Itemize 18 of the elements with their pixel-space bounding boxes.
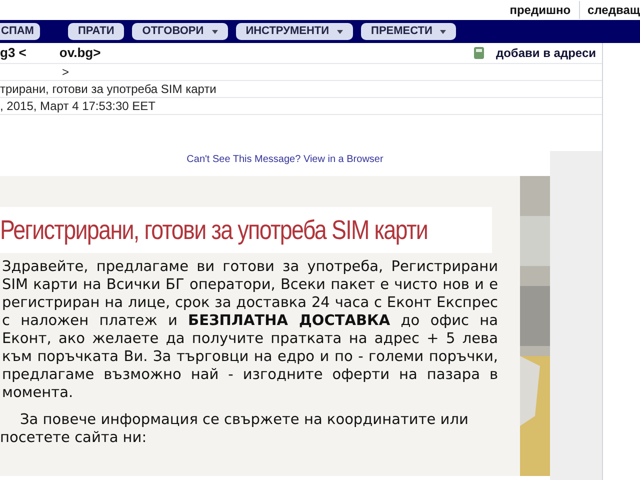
message-title: Регистрирани, готови за употреба SIM карти xyxy=(0,214,428,247)
toolbar-button[interactable]: ПРАТИ xyxy=(68,23,124,40)
next-link[interactable]: следващ xyxy=(580,1,640,19)
sender-text: ov.bg> xyxy=(59,44,101,62)
toolbar-button[interactable]: ИНСТРУМЕНТИ xyxy=(236,23,354,40)
toolbar-button[interactable]: СПАМ xyxy=(0,23,40,40)
message-paragraph: За повече информация се свържете на координатите или посетете сайта ни: xyxy=(0,411,470,447)
previous-link[interactable]: предишно xyxy=(510,1,580,19)
address-book-icon[interactable] xyxy=(474,47,484,59)
recipient-text: > xyxy=(62,64,70,81)
message-paragraph: Здравейте, предлагаме ви готови за употреба, Регистрирани SIM карти на Всички БГ оператори, Всеки пакет е чисто нов и е регистриран на лице, срок за доставка 24 часа с Еконт Експрес с наложен платеж и БЕЗПЛАТНА ДОСТАВКА до офис на Еконт, ако желаете да получите пратката на адрес + 5 лева към поръчката Ви. За търговци на едро и по - големи поръчки, предлагаме възможно най - изгодните оферти на пазара в момента. xyxy=(1,258,498,402)
add-to-contacts-link[interactable]: добави в адреси xyxy=(496,44,596,62)
toolbar-button[interactable]: ОТГОВОРИ xyxy=(132,23,228,40)
view-in-browser-link[interactable]: Can't See This Message? View in a Browser xyxy=(186,152,384,167)
subject-text: трирани, готови за употреба SIM карти xyxy=(0,81,216,98)
toolbar-button[interactable]: ПРЕМЕСТИ xyxy=(361,23,456,40)
sender-text: g3 < xyxy=(0,44,26,62)
date-text: , 2015, Март 4 17:53:30 EET xyxy=(0,98,156,115)
